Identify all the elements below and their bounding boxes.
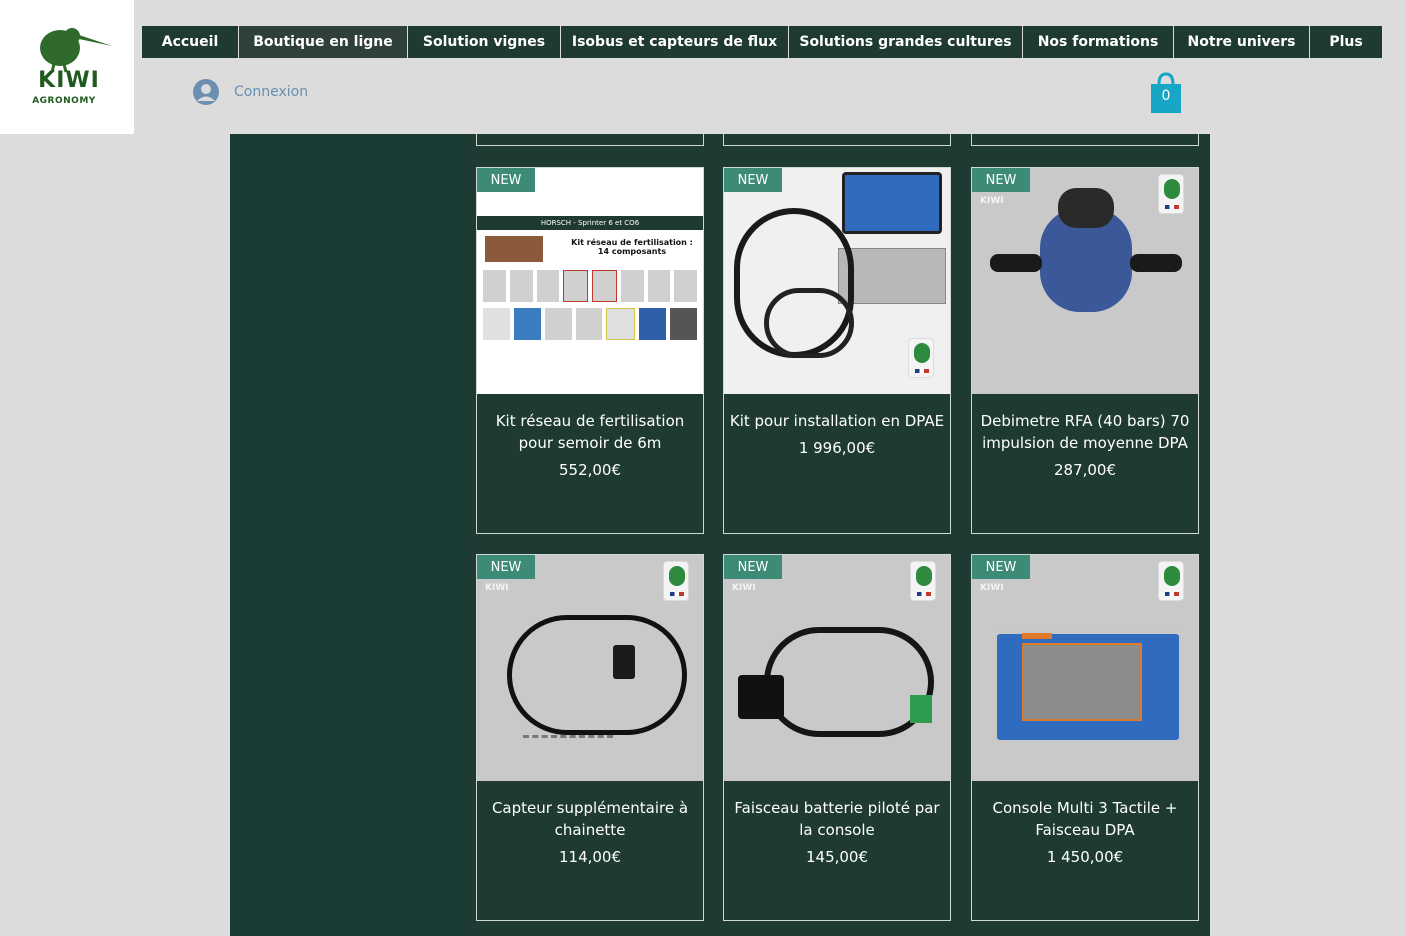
product-title[interactable]: Kit pour installation en DPAE [724,410,950,432]
console-label [1022,633,1052,639]
main-navigation: Accueil Boutique en ligne Solution vigne… [142,26,1382,58]
certification-logo-icon [910,561,936,601]
console-screen [1022,643,1142,721]
product-image[interactable]: KIWI [972,168,1198,394]
sensor-photo [613,645,635,679]
product-card[interactable]: NEW Kit pour installation en DPAE 1 996,… [723,167,951,534]
kiwi-watermark: KIWI [732,583,756,593]
user-avatar-icon [193,79,219,105]
mounting-plate-photo [738,675,784,719]
cable-photo [507,615,687,735]
certification-logo-icon [1158,174,1184,214]
site-header: KIWI AGRONOMY Accueil Boutique en ligne … [0,0,1405,134]
nav-notre-univers[interactable]: Notre univers [1174,26,1310,58]
product-card[interactable]: KIWI NEW Debimetre RFA (40 bars) 70 impu… [971,167,1199,534]
product-title[interactable]: Debimetre RFA (40 bars) 70 impulsion de … [972,410,1198,454]
product-title[interactable]: Faisceau batterie piloté par la console [724,797,950,841]
product-title[interactable]: Console Multi 3 Tactile + Faisceau DPA [972,797,1198,841]
sheet-header: HORSCH - Sprinter 6 et CO6 [477,216,703,230]
junction-box-photo [838,248,946,304]
kiwi-bird-icon [40,28,112,73]
previous-card-stub [476,134,704,146]
previous-card-stub [723,134,951,146]
logo-subtitle: AGRONOMY [32,96,96,106]
nav-plus[interactable]: Plus [1310,26,1382,58]
product-image[interactable]: KIWI [972,555,1198,781]
nav-boutique[interactable]: Boutique en ligne [239,26,408,58]
product-price: 287,00€ [1053,461,1117,479]
product-price: 552,00€ [558,461,622,479]
product-card[interactable]: HORSCH - Sprinter 6 et CO6 Kit réseau de… [476,167,704,534]
tractor-photo [485,236,543,262]
kiwi-watermark: KIWI [485,583,509,593]
fertilisation-kit-sheet: HORSCH - Sprinter 6 et CO6 Kit réseau de… [477,216,703,344]
product-image[interactable]: KIWI [477,555,703,781]
product-card[interactable]: KIWI NEW Console Multi 3 Tactile + Faisc… [971,554,1199,921]
cable-photo [764,627,934,737]
nav-grandes-cultures[interactable]: Solutions grandes cultures [789,26,1023,58]
flowmeter-connector [1058,188,1114,228]
certification-logo-icon [663,561,689,601]
product-price: 114,00€ [558,848,622,866]
cart-button[interactable]: 0 [1150,72,1182,114]
flowmeter-inlet [990,254,1042,272]
nav-solution-vignes[interactable]: Solution vignes [408,26,561,58]
sheet-title: Kit réseau de fertilisation : 14 composa… [571,238,693,256]
new-badge: NEW [724,168,782,192]
kiwi-watermark: KIWI [980,583,1004,593]
certification-logo-icon [908,338,934,378]
product-price: 145,00€ [805,848,869,866]
product-title[interactable]: Capteur supplémentaire à chainette [477,797,703,841]
new-badge: NEW [477,555,535,579]
previous-card-stub [971,134,1199,146]
new-badge: NEW [724,555,782,579]
login-label: Connexion [234,84,309,100]
nav-isobus[interactable]: Isobus et capteurs de flux [561,26,789,58]
console-photo [842,172,942,234]
kiwi-watermark: KIWI [980,196,1004,206]
new-badge: NEW [972,555,1030,579]
chain-photo [523,735,613,747]
product-card[interactable]: KIWI NEW Capteur supplémentaire à chaine… [476,554,704,921]
product-title[interactable]: Kit réseau de fertilisation pour semoir … [477,410,703,454]
product-image[interactable]: HORSCH - Sprinter 6 et CO6 Kit réseau de… [477,168,703,394]
new-badge: NEW [477,168,535,192]
product-price: 1 450,00€ [1046,848,1124,866]
components-row-1 [483,270,697,302]
cable-photo [764,288,854,358]
logo-wordmark: KIWI [38,68,100,93]
sidebar-panel [230,134,465,936]
components-row-2 [483,308,698,340]
site-logo[interactable]: KIWI AGRONOMY [0,0,134,134]
connector-photo [910,695,932,723]
new-badge: NEW [972,168,1030,192]
certification-logo-icon [1158,561,1184,601]
product-card[interactable]: KIWI NEW Faisceau batterie piloté par la… [723,554,951,921]
nav-accueil[interactable]: Accueil [142,26,239,58]
nav-formations[interactable]: Nos formations [1023,26,1174,58]
cart-count: 0 [1161,88,1171,104]
login-button[interactable]: Connexion [192,78,308,106]
product-price: 1 996,00€ [798,439,876,457]
product-image[interactable] [724,168,950,394]
product-image[interactable]: KIWI [724,555,950,781]
flowmeter-outlet [1130,254,1182,272]
